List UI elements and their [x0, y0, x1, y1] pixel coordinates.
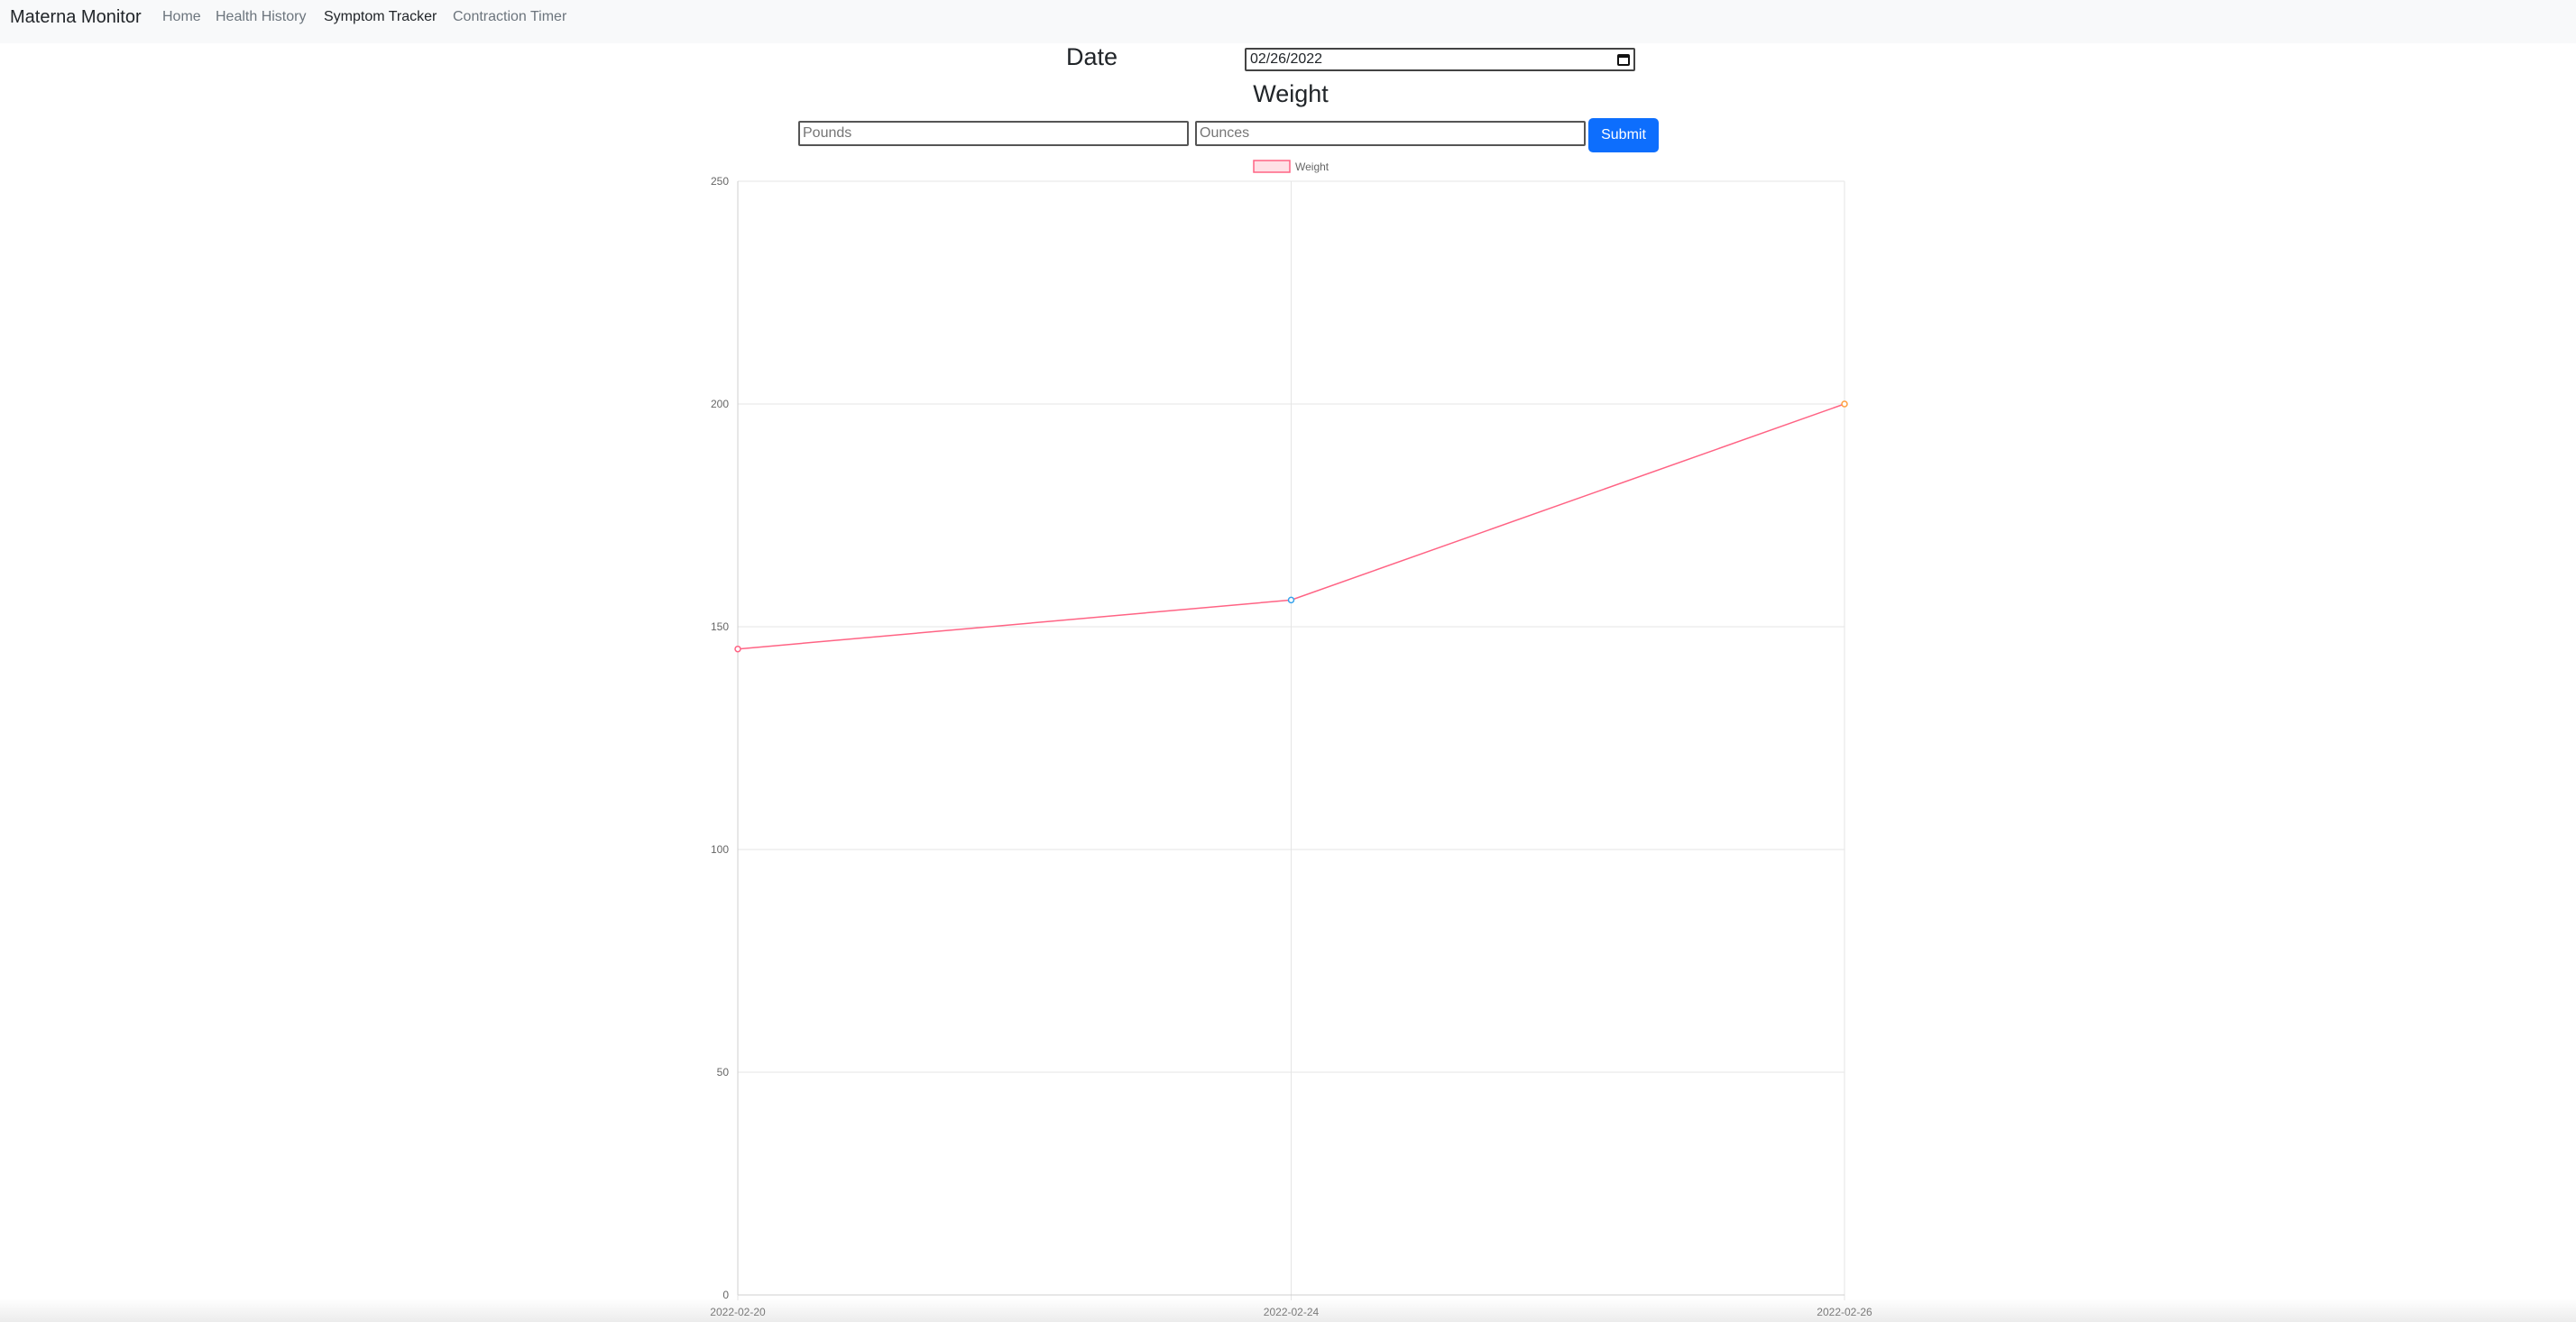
- data-point: [1841, 400, 1848, 408]
- legend-swatch: [1253, 160, 1291, 173]
- y-tick-label: 100: [711, 843, 729, 856]
- calendar-icon[interactable]: [1617, 53, 1630, 66]
- submit-button[interactable]: Submit: [1588, 118, 1659, 152]
- series-line-weight: [737, 403, 1845, 650]
- date-input[interactable]: 02/26/2022: [1245, 48, 1635, 71]
- y-tick-label: 250: [711, 175, 729, 188]
- y-tick-label: 200: [711, 398, 729, 410]
- date-label: Date: [1066, 43, 1118, 70]
- nav-link-home[interactable]: Home: [162, 9, 201, 25]
- nav-link-contraction-timer[interactable]: Contraction Timer: [453, 9, 566, 25]
- y-tick-label: 0: [722, 1289, 729, 1301]
- data-point: [1287, 596, 1295, 604]
- ounces-input[interactable]: [1195, 121, 1586, 146]
- x-tick-label: 2022-02-26: [1817, 1306, 1872, 1318]
- nav-link-health-history[interactable]: Health History: [216, 9, 306, 25]
- pounds-input[interactable]: [798, 121, 1189, 146]
- nav-link-symptom-tracker[interactable]: Symptom Tracker: [324, 9, 437, 25]
- data-point: [734, 645, 741, 653]
- navbar: Materna Monitor Home Health History Symp…: [0, 0, 2576, 43]
- brand-link[interactable]: Materna Monitor: [10, 7, 142, 28]
- x-tick-label: 2022-02-20: [710, 1306, 766, 1318]
- legend-label: Weight: [1295, 161, 1329, 173]
- y-tick-label: 150: [711, 620, 729, 633]
- y-tick-label: 50: [717, 1066, 730, 1079]
- weight-heading: Weight: [1253, 80, 1329, 107]
- bottom-shadow: [0, 1299, 2576, 1322]
- date-value: 02/26/2022: [1250, 51, 1323, 67]
- x-tick-label: 2022-02-24: [1264, 1306, 1320, 1318]
- weight-chart: 0 50 100 150 200 250 2022-02-20 2022-02-24 2022-…: [710, 160, 1872, 1318]
